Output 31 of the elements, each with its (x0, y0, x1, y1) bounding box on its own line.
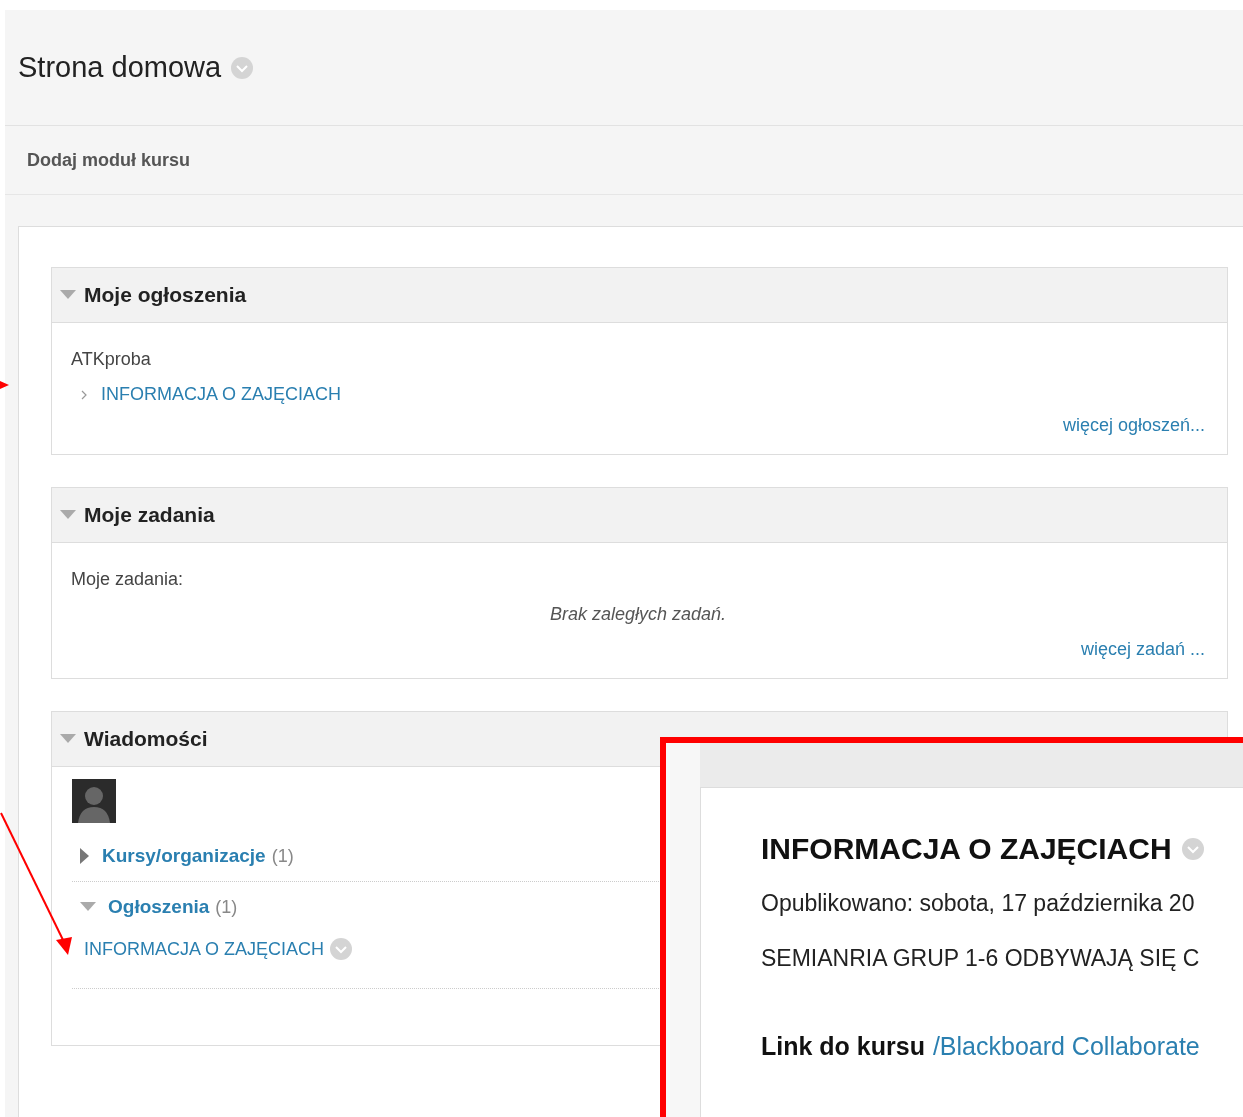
collapse-triangle-icon[interactable] (60, 734, 76, 744)
folder-link[interactable]: Kursy/organizacje (102, 845, 266, 867)
tasks-label: Moje zadania: (71, 569, 185, 590)
options-chevron-icon[interactable] (231, 56, 254, 79)
options-chevron-icon[interactable] (1181, 838, 1204, 860)
module-title: Wiadomości (84, 727, 208, 751)
page-title: Strona domowa (18, 51, 222, 84)
more-link[interactable]: więcej zadań ... (1080, 639, 1205, 659)
collapse-triangle-icon[interactable] (80, 902, 96, 912)
collapse-triangle-icon[interactable] (60, 510, 76, 520)
module-title: Moje ogłoszenia (84, 283, 247, 307)
announcement-title: INFORMACJA O ZAJĘCIACH (761, 832, 1172, 866)
expand-triangle-icon[interactable] (80, 848, 90, 864)
add-module-link[interactable]: Dodaj moduł kursu (27, 149, 190, 171)
item-count: (1) (271, 845, 294, 867)
avatar-silhouette-icon (72, 779, 116, 823)
options-chevron-icon[interactable] (330, 938, 353, 960)
more-link[interactable]: więcej ogłoszeń... (1062, 415, 1205, 435)
announcement-link[interactable]: INFORMACJA O ZAJĘCIACH (101, 384, 342, 405)
course-name: ATKproba (71, 349, 152, 370)
message-link[interactable]: INFORMACJA O ZAJĘCIACH (84, 938, 325, 960)
announcement-text: SEMIANRIA GRUP 1-6 ODBYWAJĄ SIĘ C (761, 945, 1201, 972)
empty-message: Brak zaległych zadań. (548, 604, 728, 625)
course-link[interactable]: /Blackboard Collaborate (932, 1032, 1200, 1060)
chevron-right-icon (81, 389, 87, 400)
item-count: (1) (215, 896, 238, 918)
collapse-triangle-icon[interactable] (60, 290, 76, 300)
folder-link[interactable]: Ogłoszenia (108, 896, 210, 918)
posted-date: Opublikowano: sobota, 17 października 20 (761, 890, 1196, 917)
module-title: Moje zadania (84, 503, 215, 527)
link-label: Link do kursu (761, 1032, 925, 1060)
